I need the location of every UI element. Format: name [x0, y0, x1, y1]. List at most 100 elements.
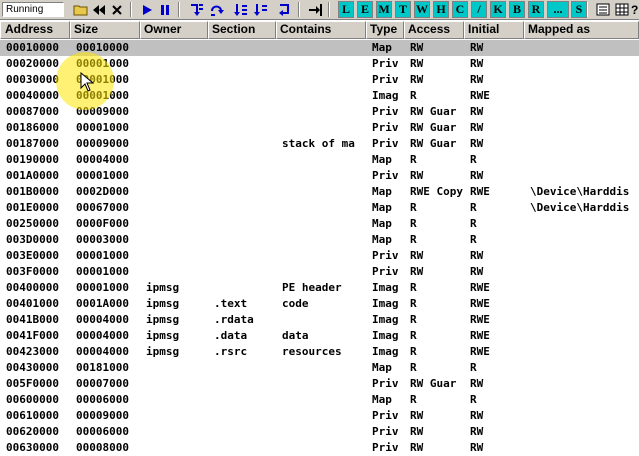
table-row[interactable]: 003D0000 00003000 Map R R	[0, 232, 639, 248]
cell-initial: R	[470, 361, 477, 374]
cell-address: 00250000	[6, 217, 59, 230]
cell-owner: ipmsg	[146, 281, 180, 294]
cell-contains	[276, 40, 366, 56]
table-row[interactable]: 00600000 00006000 Map R R	[0, 392, 639, 408]
toolbar-window-button-k[interactable]: K	[490, 1, 506, 18]
cell-mapped: \Device\Harddis	[530, 201, 630, 214]
close-icon[interactable]	[108, 1, 125, 18]
open-folder-icon[interactable]	[72, 1, 89, 18]
toolbar-window-button-l[interactable]: L	[338, 1, 354, 18]
pause-icon[interactable]	[156, 1, 173, 18]
toolbar-window-button-slash[interactable]: /	[471, 1, 487, 18]
cell-mapped	[524, 312, 639, 328]
column-header-contains[interactable]: Contains	[276, 21, 366, 39]
table-row[interactable]: 00250000 0000F000 Map R R	[0, 216, 639, 232]
column-header-size[interactable]: Size	[70, 21, 140, 39]
toolbar-window-button-h[interactable]: H	[433, 1, 449, 18]
table-row[interactable]: 00400000 00001000 ipmsg PE header Imag R RWE	[0, 280, 639, 296]
toolbar-window-button-r[interactable]: R	[528, 1, 544, 18]
help-icon[interactable]: ?	[631, 1, 639, 18]
cell-type: Priv	[372, 137, 399, 150]
table-row[interactable]: 005F0000 00007000 Priv RW Guar RW	[0, 376, 639, 392]
column-header-owner[interactable]: Owner	[140, 21, 208, 39]
table-row[interactable]: 00620000 00006000 Priv RW RW	[0, 424, 639, 440]
cell-size: 00004000	[76, 329, 129, 342]
cell-owner	[140, 168, 208, 184]
cell-initial: RW	[470, 441, 484, 454]
cell-owner	[140, 408, 208, 424]
status-field: Running	[2, 2, 64, 17]
cell-contains: resources	[282, 345, 342, 358]
cell-section: .data	[214, 329, 248, 342]
cell-type: Priv	[372, 377, 399, 390]
list-view-icon[interactable]	[594, 1, 611, 18]
toolbar-window-button-w[interactable]: W	[414, 1, 430, 18]
cell-address: 00186000	[6, 121, 59, 134]
table-row[interactable]: 0041F000 00004000 ipmsg .data data Imag R RWE	[0, 328, 639, 344]
grid-view-icon[interactable]	[613, 1, 630, 18]
cell-owner: ipmsg	[146, 329, 180, 342]
toolbar-window-button-m[interactable]: M	[376, 1, 392, 18]
cell-initial: RWE	[470, 185, 490, 198]
table-row[interactable]: 00401000 0001A000 ipmsg .text code Imag R RWE	[0, 296, 639, 312]
cell-initial: R	[470, 201, 477, 214]
table-row[interactable]: 001A0000 00001000 Priv RW RW	[0, 168, 639, 184]
table-row[interactable]: 001E0000 00067000 Map R R \Device\Harddis	[0, 200, 639, 216]
cell-section	[208, 200, 276, 216]
table-row[interactable]: 00190000 00004000 Map R R	[0, 152, 639, 168]
rewind-icon[interactable]	[90, 1, 107, 18]
cell-owner: ipmsg	[146, 345, 180, 358]
trace-over-icon[interactable]	[252, 1, 269, 18]
cell-owner	[140, 40, 208, 56]
table-row[interactable]: 00430000 00181000 Map R R	[0, 360, 639, 376]
column-header-type[interactable]: Type	[366, 21, 404, 39]
cell-owner	[140, 152, 208, 168]
cell-mapped	[524, 328, 639, 344]
table-row[interactable]: 00423000 00004000 ipmsg .rsrc resources Imag R…	[0, 344, 639, 360]
trace-into-icon[interactable]	[232, 1, 249, 18]
table-row[interactable]: 00187000 00009000 stack of ma Priv RW Guar RW	[0, 136, 639, 152]
table-row[interactable]: 001B0000 0002D000 Map RWE Copy RWE \Device\Ha…	[0, 184, 639, 200]
cell-type: Priv	[372, 121, 399, 134]
cell-address: 00600000	[6, 393, 59, 406]
table-row[interactable]: 003E0000 00001000 Priv RW RW	[0, 248, 639, 264]
cell-access: RW Guar	[410, 377, 457, 390]
cell-section	[208, 72, 276, 88]
toolbar-window-button-t[interactable]: T	[395, 1, 411, 18]
cell-access: RW Guar	[410, 137, 457, 150]
table-row[interactable]: 00186000 00001000 Priv RW Guar RW	[0, 120, 639, 136]
step-over-icon[interactable]	[209, 1, 226, 18]
cell-section	[208, 440, 276, 456]
cell-mapped	[524, 344, 639, 360]
table-row[interactable]: 003F0000 00001000 Priv RW RW	[0, 264, 639, 280]
cell-size: 0002D000	[76, 185, 129, 198]
execute-till-return-icon[interactable]	[276, 1, 293, 18]
column-header-access[interactable]: Access	[404, 21, 464, 39]
step-into-icon[interactable]	[188, 1, 205, 18]
toolbar-window-button-c[interactable]: C	[452, 1, 468, 18]
run-icon[interactable]	[138, 1, 155, 18]
cell-address: 003F0000	[6, 265, 59, 278]
column-header-address[interactable]: Address	[0, 21, 70, 39]
cell-contains	[276, 440, 366, 456]
cell-section	[208, 40, 276, 56]
table-row[interactable]: 00630000 00008000 Priv RW RW	[0, 440, 639, 456]
cell-mapped	[524, 392, 639, 408]
toolbar-window-button-s[interactable]: S	[571, 1, 587, 18]
cell-mapped	[524, 72, 639, 88]
toolbar-window-button-b[interactable]: B	[509, 1, 525, 18]
cell-section	[208, 280, 276, 296]
cell-section	[208, 184, 276, 200]
cell-access: R	[410, 89, 417, 102]
column-header-mapped-as[interactable]: Mapped as	[524, 21, 639, 39]
go-to-icon[interactable]	[306, 1, 323, 18]
toolbar-window-button-ellipsis[interactable]: ...	[547, 1, 569, 18]
column-header-section[interactable]: Section	[208, 21, 276, 39]
cell-contains	[276, 120, 366, 136]
column-header-initial[interactable]: Initial	[464, 21, 524, 39]
table-row[interactable]: 00610000 00009000 Priv RW RW	[0, 408, 639, 424]
toolbar-window-button-e[interactable]: E	[357, 1, 373, 18]
cell-access: RW Guar	[410, 105, 457, 118]
table-row[interactable]: 0041B000 00004000 ipmsg .rdata Imag R RWE	[0, 312, 639, 328]
cell-mapped	[524, 440, 639, 456]
